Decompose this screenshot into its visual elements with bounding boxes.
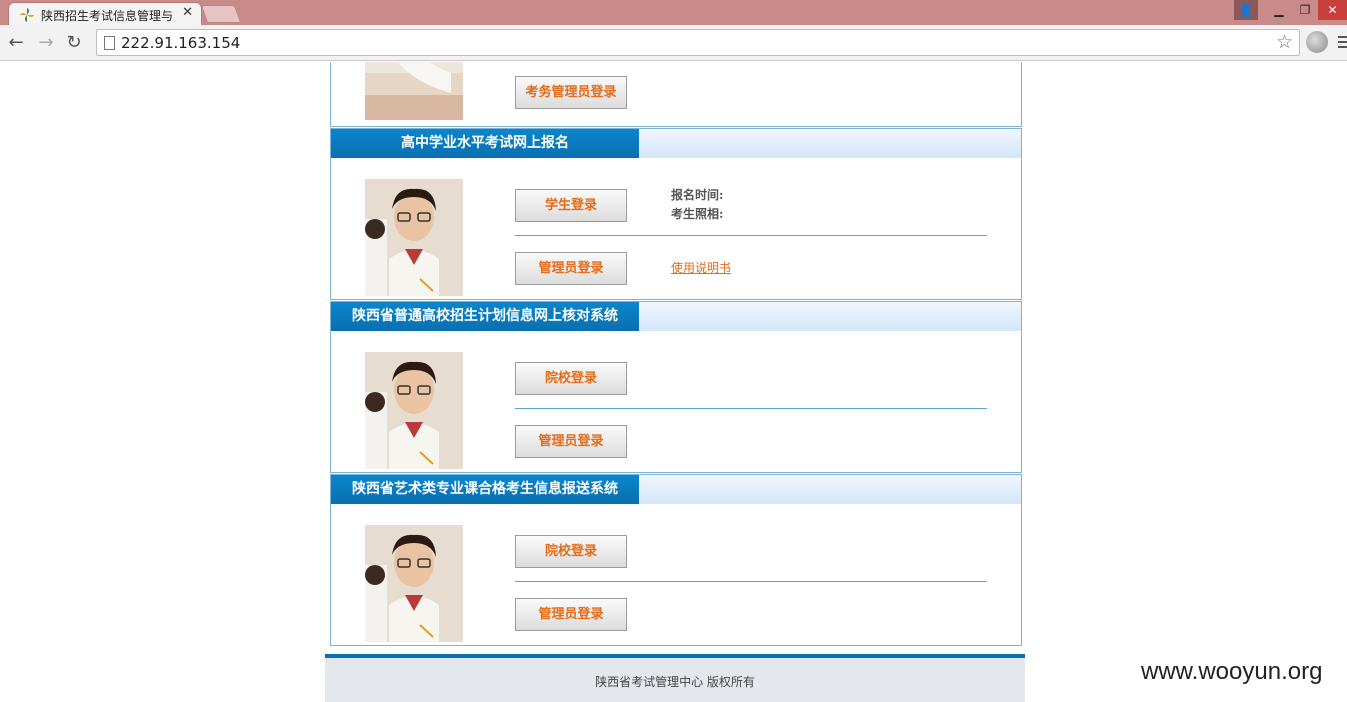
student-photo	[365, 179, 463, 296]
college-login-button[interactable]: 院校登录	[515, 362, 627, 395]
panel-header: 高中学业水平考试网上报名	[331, 129, 1021, 158]
watermark-text: www.wooyun.org	[1141, 658, 1323, 685]
panel-title: 陕西省艺术类专业课合格考生信息报送系统	[331, 475, 639, 504]
student-photo-girl	[365, 62, 463, 120]
admin-login-button[interactable]: 管理员登录	[515, 425, 627, 458]
minimize-icon[interactable]: ▁	[1266, 0, 1292, 20]
menu-icon[interactable]	[1338, 36, 1347, 50]
panel-enrollment-plan: 陕西省普通高校招生计划信息网上核对系统 院校登录 管理员登录	[330, 301, 1022, 473]
address-bar[interactable]: 222.91.163.154 ☆	[96, 29, 1300, 56]
page-footer: 陕西省考试管理中心 版权所有	[325, 654, 1025, 702]
student-photo	[365, 352, 463, 469]
reload-icon[interactable]: ↻	[64, 32, 84, 53]
panel-academic-exam: 高中学业水平考试网上报名 学生登录 报名时间: 考生照相: 管理员登录 使用说明…	[330, 128, 1022, 300]
exam-admin-login-button[interactable]: 考务管理员登录	[515, 76, 627, 109]
user-profile-icon[interactable]: 👤	[1234, 0, 1258, 20]
panel-divider	[515, 235, 987, 236]
back-arrow-icon[interactable]: ←	[6, 32, 26, 53]
copyright-text: 陕西省考试管理中心 版权所有	[595, 675, 755, 689]
student-photo	[365, 525, 463, 642]
registration-time-label: 报名时间:	[671, 188, 724, 202]
restore-icon[interactable]: ❐	[1292, 0, 1318, 20]
panel-header: 陕西省普通高校招生计划信息网上核对系统	[331, 302, 1021, 331]
photo-time-label: 考生照相:	[671, 207, 724, 221]
bookmark-star-icon[interactable]: ☆	[1276, 31, 1293, 53]
panel-art-exam: 陕西省艺术类专业课合格考生信息报送系统 院校登录 管理员登录	[330, 474, 1022, 646]
tab-title: 陕西招生考试信息管理与	[41, 9, 174, 23]
forward-arrow-icon[interactable]: →	[36, 32, 56, 53]
url-text[interactable]: 222.91.163.154	[121, 34, 240, 52]
page-viewport: 考务管理员登录 高中学业水平考试网上报名 学生登录 报名时间: 考生照相: 管理…	[0, 62, 1347, 702]
student-login-button[interactable]: 学生登录	[515, 189, 627, 222]
panel-header: 陕西省艺术类专业课合格考生信息报送系统	[331, 475, 1021, 504]
browser-tab[interactable]: 陕西招生考试信息管理与 ✕	[8, 2, 202, 25]
panel-divider	[515, 408, 987, 409]
admin-login-button[interactable]: 管理员登录	[515, 252, 627, 285]
college-login-button[interactable]: 院校登录	[515, 535, 627, 568]
admin-login-button[interactable]: 管理员登录	[515, 598, 627, 631]
window-close-icon[interactable]: ✕	[1318, 0, 1347, 20]
panel-exam-admin: 考务管理员登录	[330, 62, 1022, 127]
panel-title: 高中学业水平考试网上报名	[331, 129, 639, 158]
panel-divider	[515, 581, 987, 582]
new-tab-button[interactable]	[200, 5, 242, 23]
browser-toolbar: ← → ↻ 222.91.163.154 ☆	[0, 25, 1347, 61]
user-manual-link[interactable]: 使用说明书	[671, 259, 731, 276]
panel-title: 陕西省普通高校招生计划信息网上核对系统	[331, 302, 639, 331]
site-favicon-icon	[20, 8, 34, 22]
tab-close-icon[interactable]: ✕	[182, 5, 193, 20]
browser-tabstrip: 陕西招生考试信息管理与 ✕ 👤 ▁ ❐ ✕	[0, 0, 1347, 25]
page-icon	[104, 36, 115, 50]
extension-globe-icon[interactable]	[1306, 31, 1328, 53]
